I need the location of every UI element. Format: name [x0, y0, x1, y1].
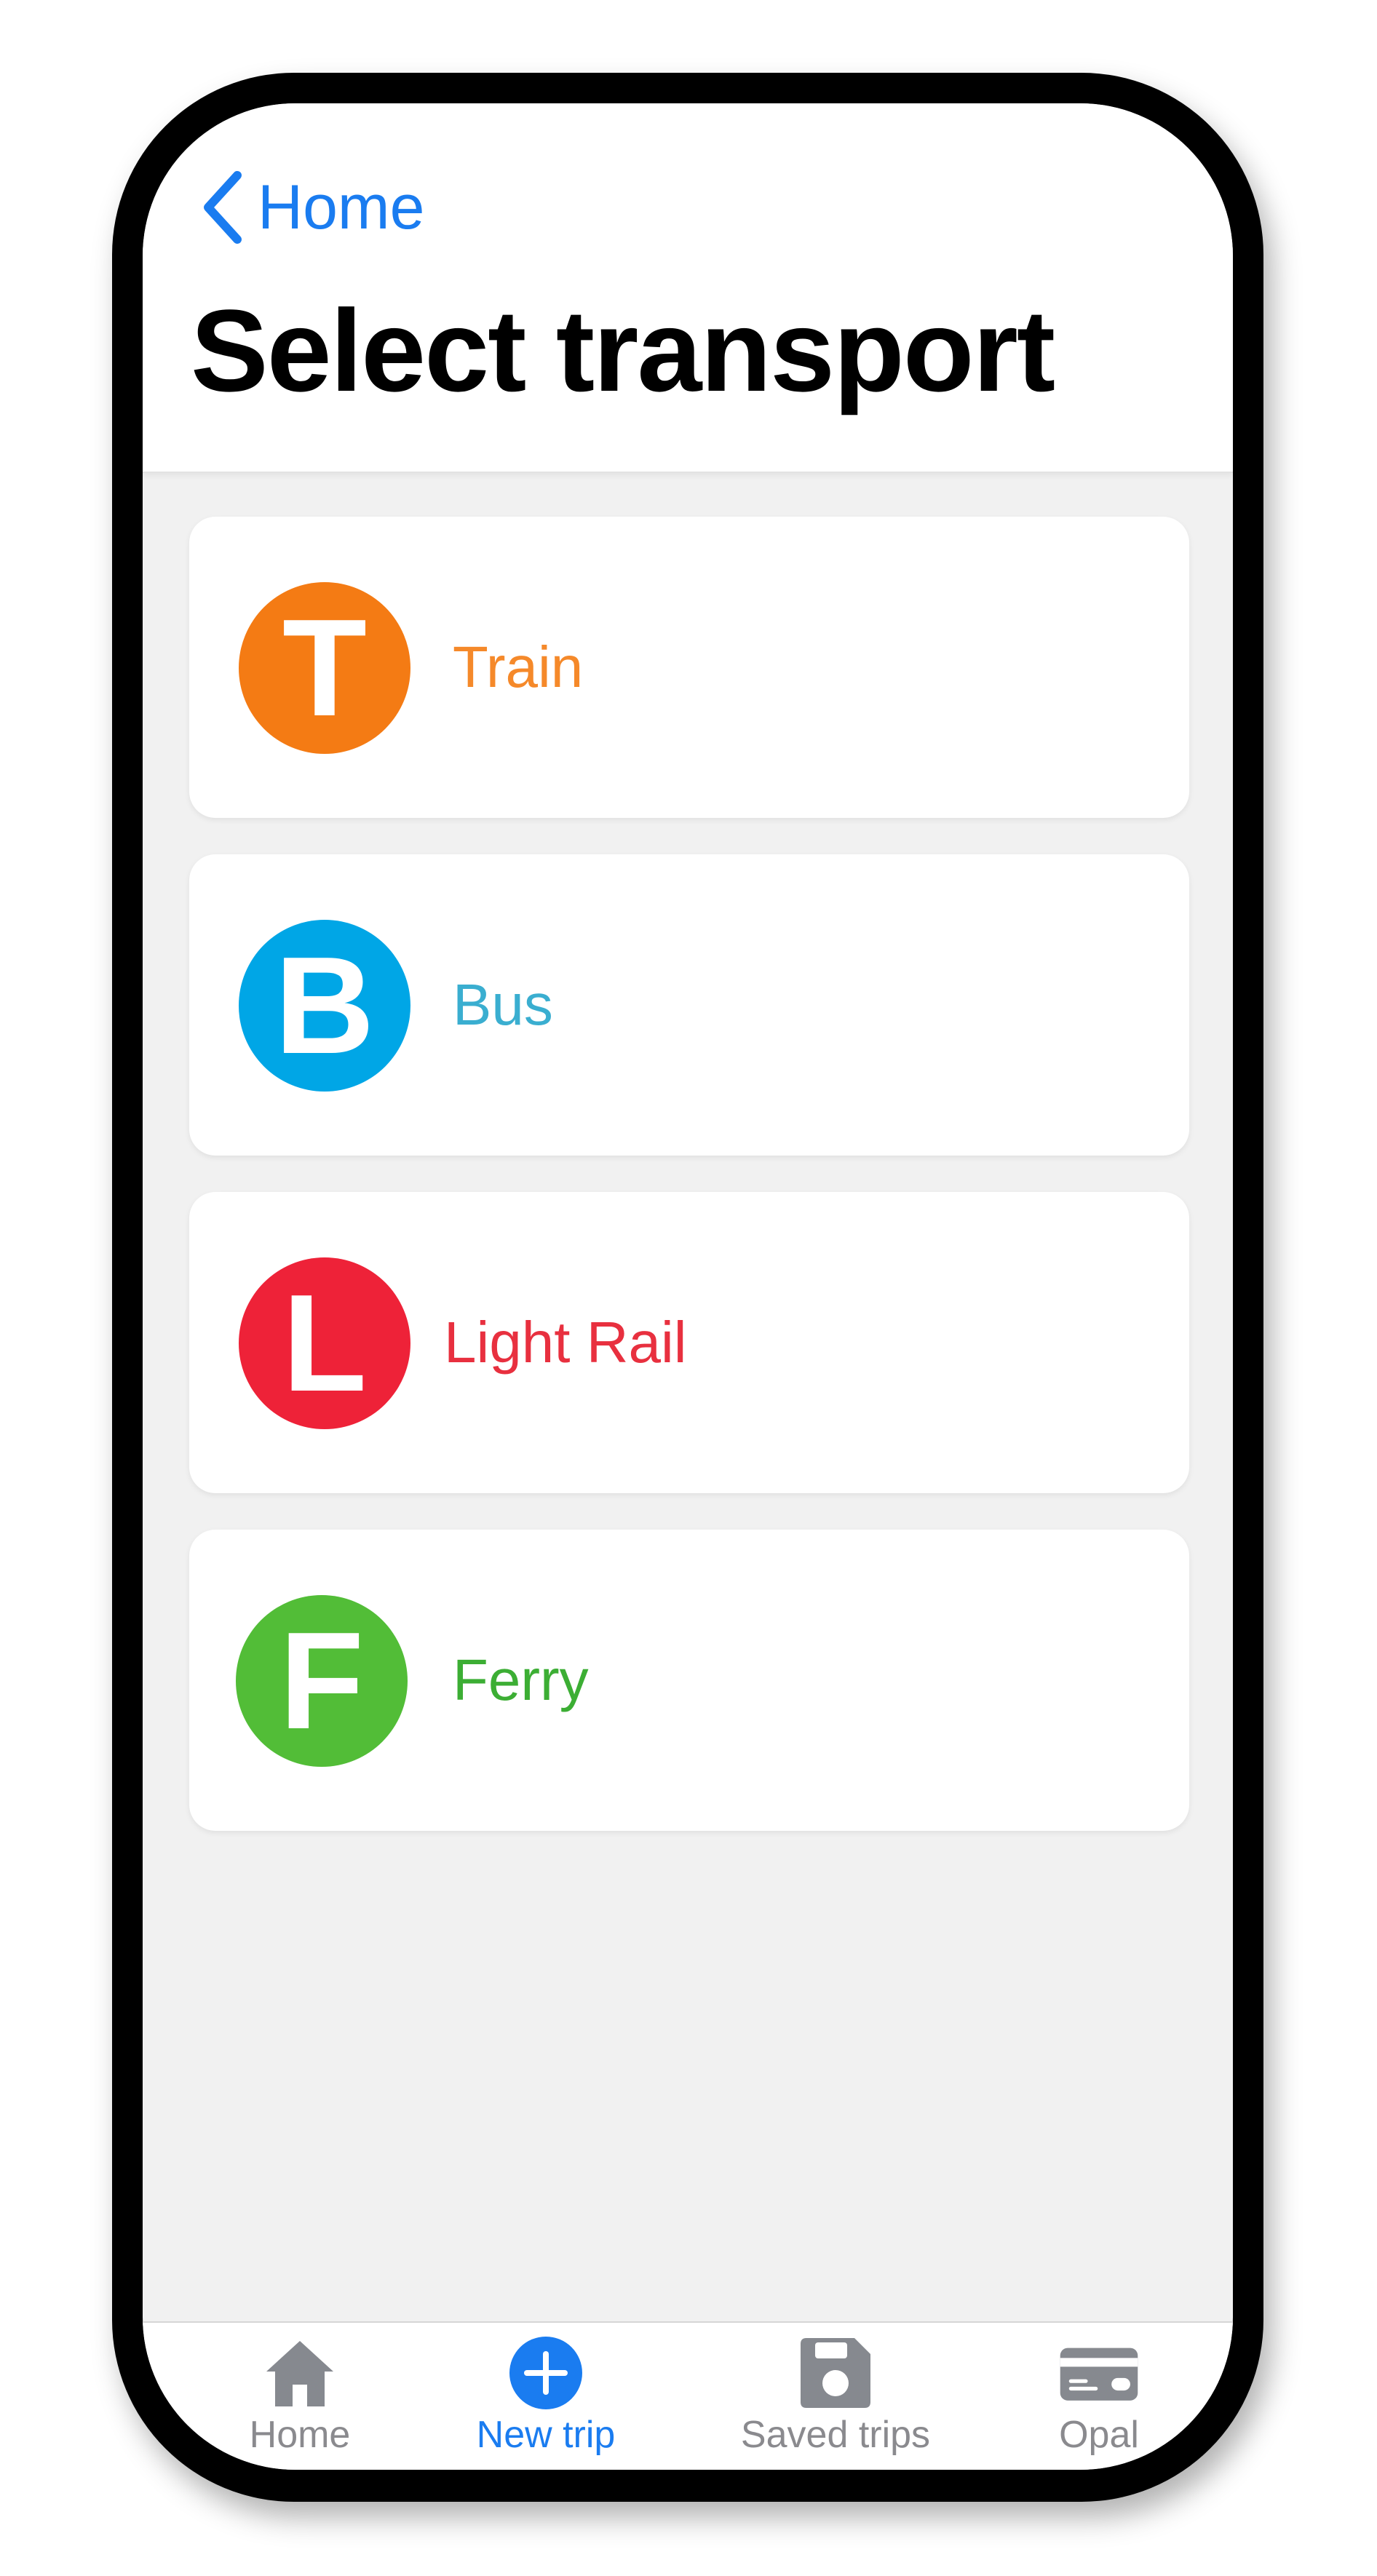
- train-badge-letter: T: [282, 591, 368, 745]
- transport-option-ferry[interactable]: F Ferry: [189, 1530, 1189, 1831]
- transport-option-light-rail[interactable]: L Light Rail: [189, 1192, 1189, 1493]
- light-rail-badge-letter: L: [282, 1266, 368, 1420]
- navigation-header: Home Select transport: [143, 103, 1233, 473]
- page-title: Select transport: [191, 285, 1055, 416]
- transport-label-train: Train: [453, 635, 584, 699]
- plus-circle-icon: [506, 2333, 586, 2413]
- home-icon: [260, 2333, 340, 2413]
- tab-saved-trips[interactable]: Saved trips: [726, 2323, 945, 2470]
- transport-label-light-rail: Light Rail: [444, 1310, 687, 1375]
- app-screen: Home Select transport T Train B Bus L Li…: [143, 103, 1233, 2470]
- transport-label-ferry: Ferry: [453, 1647, 589, 1712]
- transport-option-bus[interactable]: B Bus: [189, 854, 1189, 1156]
- tab-opal-label: Opal: [1059, 2414, 1139, 2456]
- train-icon: T: [239, 582, 410, 754]
- transport-list: T Train B Bus L Light Rail F Ferry: [189, 517, 1189, 1867]
- transport-label-bus: Bus: [453, 972, 553, 1037]
- save-icon: [795, 2333, 876, 2413]
- back-button[interactable]: Home: [199, 167, 424, 247]
- tab-home[interactable]: Home: [191, 2323, 409, 2470]
- phone-frame: Home Select transport T Train B Bus L Li…: [112, 73, 1263, 2502]
- card-icon: [1059, 2333, 1139, 2413]
- light-rail-icon: L: [239, 1257, 410, 1429]
- ferry-icon: F: [236, 1595, 408, 1767]
- tab-opal[interactable]: Opal: [990, 2323, 1208, 2470]
- tab-new-trip-label: New trip: [476, 2414, 616, 2456]
- tab-bar: Home New trip Saved trips Opal: [143, 2321, 1233, 2470]
- tab-new-trip[interactable]: New trip: [437, 2323, 655, 2470]
- bus-badge-letter: B: [274, 929, 375, 1083]
- back-label: Home: [258, 172, 425, 242]
- tab-home-label: Home: [249, 2414, 351, 2456]
- bus-icon: B: [239, 920, 410, 1092]
- chevron-left-icon: [204, 171, 242, 244]
- transport-option-train[interactable]: T Train: [189, 517, 1189, 818]
- tab-saved-trips-label: Saved trips: [740, 2414, 931, 2456]
- ferry-badge-letter: F: [279, 1604, 365, 1758]
